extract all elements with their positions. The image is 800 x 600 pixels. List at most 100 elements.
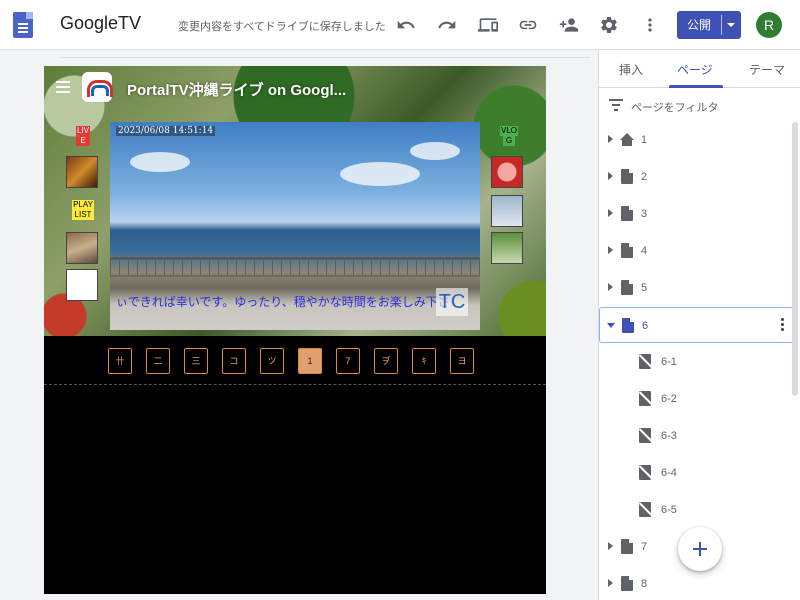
add-person-icon: [559, 18, 579, 32]
page-label: 5: [641, 282, 648, 294]
page-icon: [621, 280, 633, 295]
page-item-3[interactable]: 3: [599, 196, 795, 232]
page-filter[interactable]: ページをフィルタ: [599, 88, 800, 122]
page-item-2[interactable]: 2: [599, 159, 795, 195]
panel-scrollbar[interactable]: [792, 122, 798, 396]
page-item-5[interactable]: 5: [599, 270, 795, 306]
playlist-thumbnail[interactable]: [66, 232, 98, 264]
subpage-label: 6-1: [661, 356, 677, 368]
top-app-bar: GoogleTV 変更内容をすべてドライブに保存しました 公開 R: [0, 0, 800, 50]
hidden-page-icon: [639, 428, 651, 443]
vlog-thumbnail-2[interactable]: [491, 195, 523, 227]
page-tab-3[interactable]: 三: [184, 348, 208, 374]
vlog-badge-2: G: [503, 136, 515, 146]
top-ruler: [60, 50, 590, 58]
expand-caret-icon[interactable]: [608, 172, 613, 180]
expand-caret-icon[interactable]: [608, 209, 613, 217]
tab-themes[interactable]: テーマ: [749, 61, 785, 78]
page-label: 4: [641, 245, 648, 257]
page-tab-row: 卄 二 三 コ ツ 1 7 ヺ ｷ ヨ: [108, 348, 488, 374]
panel-tabs: 挿入 ページ テーマ: [599, 50, 800, 88]
page-item-1[interactable]: 1: [599, 122, 795, 158]
publish-label: 公開: [686, 18, 711, 32]
live-video-embed[interactable]: 2023/06/08 14:51:14 ぃできれば幸いです。ゆったり、穏やかな時…: [110, 122, 480, 330]
hero-background-image[interactable]: PortalTV沖縄ライブ on Googl... LIV E PLAY LIS…: [44, 66, 546, 336]
page-tab-10[interactable]: ヨ: [450, 348, 474, 374]
publish-options-dropdown[interactable]: [722, 11, 741, 39]
video-railing: [110, 257, 480, 277]
subpage-label: 6-3: [661, 430, 677, 442]
tc-overlay-logo: TC: [436, 288, 468, 316]
site-title[interactable]: GoogleTV: [60, 13, 141, 34]
copy-link-button[interactable]: [515, 12, 541, 38]
page-icon: [621, 206, 633, 221]
page-item-6-selected[interactable]: 6: [599, 307, 795, 343]
redo-button[interactable]: [434, 12, 460, 38]
add-page-button[interactable]: [678, 527, 722, 571]
more-vert-icon: [648, 18, 652, 32]
page-icon: [622, 318, 634, 333]
filter-placeholder: ページをフィルタ: [631, 102, 719, 114]
site-logo[interactable]: [82, 72, 113, 102]
playlist-badge-2: LIST: [72, 210, 94, 220]
page-tab-4[interactable]: コ: [222, 348, 246, 374]
google-sites-icon[interactable]: [13, 12, 33, 38]
side-panel: 挿入 ページ テーマ ページをフィルタ 1 2 3 4 5 6 6-1 6-2 …: [598, 50, 800, 600]
subpage-item-6-2[interactable]: 6-2: [599, 381, 795, 417]
page-tab-6-active[interactable]: 1: [298, 348, 322, 374]
hidden-page-icon: [639, 465, 651, 480]
editor-canvas: PortalTV沖縄ライブ on Googl... LIV E PLAY LIS…: [0, 50, 598, 600]
brand-logo-thumbnail[interactable]: [66, 269, 98, 301]
page-tab-5[interactable]: ツ: [260, 348, 284, 374]
page-icon: [621, 243, 633, 258]
preview-button[interactable]: [475, 12, 501, 38]
tab-insert[interactable]: 挿入: [619, 61, 643, 78]
page-label: 2: [641, 171, 648, 183]
page-label: 1: [641, 134, 648, 146]
page-site-title[interactable]: PortalTV沖縄ライブ on Googl...: [127, 79, 346, 100]
page-icon: [621, 539, 633, 554]
page-tab-1[interactable]: 卄: [108, 348, 132, 374]
save-status-text: 変更内容をすべてドライブに保存しました: [178, 21, 386, 33]
expand-caret-icon[interactable]: [608, 135, 613, 143]
publish-button[interactable]: 公開: [677, 11, 741, 39]
page-icon: [621, 576, 633, 591]
page-item-4[interactable]: 4: [599, 233, 795, 269]
subpage-label: 6-5: [661, 504, 677, 516]
settings-icon: [601, 16, 617, 33]
subpage-item-6-5[interactable]: 6-5: [599, 492, 795, 528]
subpage-item-6-1[interactable]: 6-1: [599, 344, 795, 380]
vlog-thumbnail-1[interactable]: [491, 156, 523, 188]
section-divider: [44, 384, 546, 385]
subpage-label: 6-4: [661, 467, 677, 479]
scrolling-ticker-text: ぃできれば幸いです。ゆったり、穏やかな時間をお楽しみ下さ: [116, 295, 450, 309]
page-tab-7[interactable]: 7: [336, 348, 360, 374]
expand-caret-icon[interactable]: [608, 542, 613, 550]
vlog-thumbnail-3[interactable]: [491, 232, 523, 264]
more-options-button[interactable]: [637, 12, 663, 38]
page-tab-8[interactable]: ヺ: [374, 348, 398, 374]
page-item-8[interactable]: 8: [599, 566, 795, 600]
live-thumbnail[interactable]: [66, 156, 98, 188]
page-label: 7: [641, 541, 648, 553]
hamburger-menu-icon[interactable]: [56, 81, 70, 93]
undo-button[interactable]: [393, 12, 419, 38]
page-tab-9[interactable]: ｷ: [412, 348, 436, 374]
page-tab-2[interactable]: 二: [146, 348, 170, 374]
settings-button[interactable]: [596, 12, 622, 38]
expand-caret-icon[interactable]: [608, 283, 613, 291]
subpage-item-6-4[interactable]: 6-4: [599, 455, 795, 491]
expand-caret-icon[interactable]: [608, 579, 613, 587]
site-page-preview[interactable]: PortalTV沖縄ライブ on Googl... LIV E PLAY LIS…: [44, 66, 546, 594]
hidden-page-icon: [639, 354, 651, 369]
subpage-item-6-3[interactable]: 6-3: [599, 418, 795, 454]
more-vert-icon[interactable]: [781, 318, 784, 332]
tab-pages[interactable]: ページ: [677, 61, 713, 78]
video-cloud: [130, 152, 190, 172]
collapse-caret-icon[interactable]: [607, 323, 615, 328]
undo-icon: [397, 20, 415, 29]
expand-caret-icon[interactable]: [608, 246, 613, 254]
account-avatar[interactable]: R: [756, 12, 782, 38]
share-button[interactable]: [556, 12, 582, 38]
page-label: 3: [641, 208, 648, 220]
